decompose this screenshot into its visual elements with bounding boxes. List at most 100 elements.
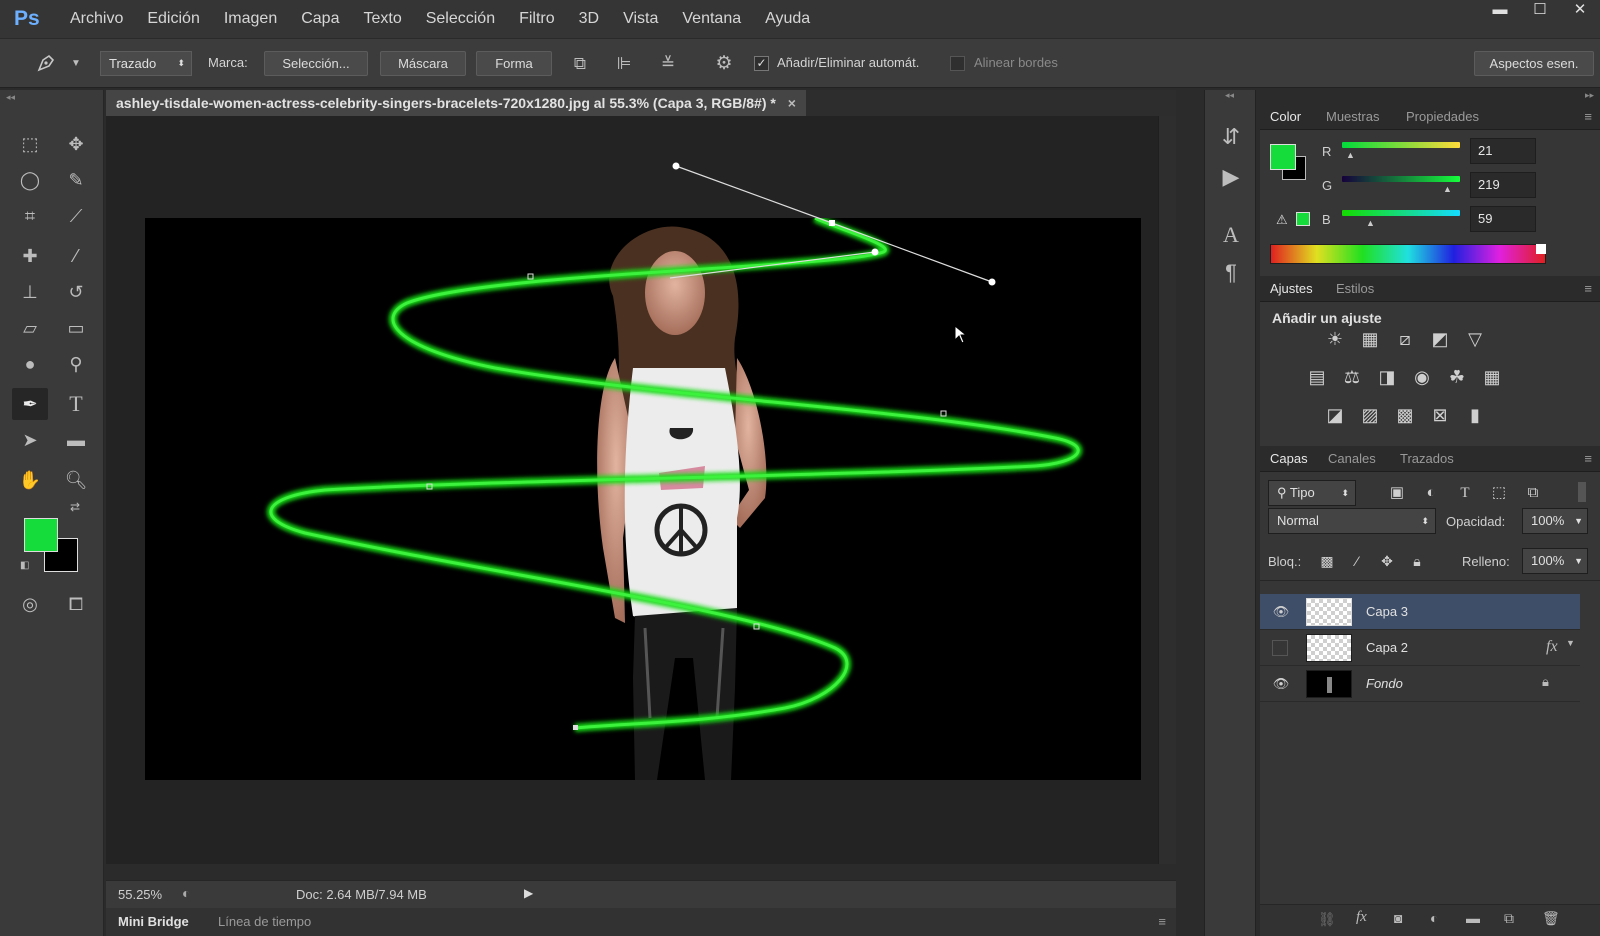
- zoom-icon[interactable]: 🔍︎: [58, 464, 94, 496]
- tab-canales[interactable]: Canales: [1328, 451, 1376, 466]
- filter-adjustment-icon[interactable]: ◐: [1416, 478, 1446, 508]
- workspace-button[interactable]: Aspectos esen.: [1474, 51, 1594, 76]
- tab-trazados[interactable]: Trazados: [1400, 451, 1454, 466]
- quick-select-icon[interactable]: ✎: [58, 164, 94, 196]
- auto-add-delete-checkbox[interactable]: ✓: [754, 56, 769, 71]
- play-arrow-icon[interactable]: ▶: [524, 886, 533, 900]
- status-info-icon[interactable]: ◐: [182, 885, 190, 901]
- eye-icon[interactable]: 👁︎: [1272, 604, 1290, 620]
- filter-pixel-icon[interactable]: ▣: [1382, 478, 1412, 508]
- menu-vista[interactable]: Vista: [611, 0, 670, 38]
- layer-name[interactable]: Capa 3: [1366, 604, 1408, 619]
- delete-layer-icon[interactable]: 🗑︎: [1542, 910, 1560, 927]
- add-style-icon[interactable]: fx: [1356, 909, 1367, 926]
- white-swatch[interactable]: [1536, 244, 1546, 254]
- close-window-button[interactable]: ✕: [1560, 0, 1600, 22]
- selective-color-icon[interactable]: ⊠: [1425, 400, 1455, 430]
- fg-color-chip[interactable]: [1270, 144, 1296, 170]
- crop-icon[interactable]: ⌗: [12, 200, 48, 232]
- gradient-icon[interactable]: ▭: [58, 312, 94, 344]
- mascara-button[interactable]: Máscara: [380, 51, 466, 76]
- photo-filter-icon[interactable]: ◉: [1407, 362, 1437, 392]
- mode-select[interactable]: Trazado ⬍: [100, 51, 192, 76]
- layer-name[interactable]: Capa 2: [1366, 640, 1408, 655]
- gear-icon[interactable]: ⚙: [712, 52, 736, 76]
- opacity-field[interactable]: 100% ▼: [1522, 508, 1588, 534]
- gradient-map-icon[interactable]: ▮: [1460, 400, 1490, 430]
- channel-r-value[interactable]: 21: [1470, 138, 1536, 164]
- color-panel-menu-icon[interactable]: ≡: [1584, 109, 1592, 124]
- channel-g-value[interactable]: 219: [1470, 172, 1536, 198]
- link-layers-icon[interactable]: ⛓︎: [1318, 911, 1336, 928]
- channel-g-slider[interactable]: [1342, 176, 1460, 182]
- menu-archivo[interactable]: Archivo: [58, 0, 135, 38]
- healing-icon[interactable]: ✚: [12, 240, 48, 272]
- tab-propiedades[interactable]: Propiedades: [1406, 109, 1479, 124]
- gamut-warning-icon[interactable]: ⚠: [1276, 212, 1288, 228]
- channel-b-slider[interactable]: [1342, 210, 1460, 216]
- invert-icon[interactable]: ◪: [1320, 400, 1350, 430]
- panel-menu-icon[interactable]: ≡: [1158, 914, 1166, 929]
- channel-g-handle[interactable]: ▲: [1443, 184, 1452, 194]
- pen-icon[interactable]: [34, 52, 58, 76]
- expand-icon[interactable]: ▸▸: [1585, 90, 1594, 101]
- stamp-icon[interactable]: ⊥: [12, 276, 48, 308]
- lock-all-icon[interactable]: 🔒︎: [1402, 546, 1432, 576]
- menu-seleccion[interactable]: Selección: [414, 0, 507, 38]
- color-balance-icon[interactable]: ⚖: [1337, 362, 1367, 392]
- minimize-button[interactable]: ▬: [1480, 0, 1520, 22]
- document-canvas[interactable]: [145, 218, 1141, 780]
- marquee-icon[interactable]: ⬚: [12, 128, 48, 160]
- path-operations-icon[interactable]: ⧉: [568, 52, 592, 76]
- lasso-icon[interactable]: ◯: [12, 164, 48, 196]
- seleccion-button[interactable]: Selección...: [264, 51, 368, 76]
- expand-effects-icon[interactable]: ▼: [1566, 638, 1575, 648]
- menu-ayuda[interactable]: Ayuda: [753, 0, 822, 38]
- channel-mixer-icon[interactable]: ☘: [1442, 362, 1472, 392]
- tab-linea-de-tiempo[interactable]: Línea de tiempo: [218, 914, 311, 929]
- tab-muestras[interactable]: Muestras: [1326, 109, 1379, 124]
- preset-chevron-icon[interactable]: ▼: [64, 52, 88, 76]
- eyedropper-icon[interactable]: ⟋: [58, 200, 94, 232]
- eye-icon[interactable]: 👁︎: [1272, 676, 1290, 692]
- layer-name[interactable]: Fondo: [1366, 676, 1403, 691]
- close-tab-icon[interactable]: ×: [788, 95, 796, 111]
- pen-tool-icon[interactable]: ✒: [12, 388, 48, 420]
- new-layer-icon[interactable]: ⧉: [1504, 910, 1514, 927]
- channel-r-handle[interactable]: ▲: [1346, 150, 1355, 160]
- black-white-icon[interactable]: ◨: [1372, 362, 1402, 392]
- menu-3d[interactable]: 3D: [567, 0, 611, 38]
- dodge-icon[interactable]: ⚲: [58, 348, 94, 380]
- character-panel-icon[interactable]: A: [1213, 220, 1249, 250]
- zoom-readout[interactable]: 55.25%: [118, 887, 162, 902]
- quick-mask-icon[interactable]: ◎: [12, 588, 48, 620]
- eraser-icon[interactable]: ▱: [12, 312, 48, 344]
- adjust-panel-menu-icon[interactable]: ≡: [1584, 281, 1592, 296]
- threshold-icon[interactable]: ▩: [1390, 400, 1420, 430]
- collapse-icon[interactable]: ◂◂: [1225, 90, 1234, 101]
- posterize-icon[interactable]: ▨: [1355, 400, 1385, 430]
- hue-saturation-icon[interactable]: ▤: [1302, 362, 1332, 392]
- history-brush-icon[interactable]: ↺: [58, 276, 94, 308]
- paragraph-panel-icon[interactable]: ¶: [1213, 258, 1249, 288]
- path-arrangement-icon[interactable]: ≚: [656, 52, 680, 76]
- lock-transparency-icon[interactable]: ▩: [1312, 546, 1342, 576]
- swap-colors-icon[interactable]: ⇄: [70, 500, 80, 514]
- menu-imagen[interactable]: Imagen: [212, 0, 289, 38]
- menu-ventana[interactable]: Ventana: [670, 0, 753, 38]
- align-edges-checkbox[interactable]: [950, 56, 965, 71]
- filter-smart-object-icon[interactable]: ⧉: [1518, 478, 1548, 508]
- new-fill-layer-icon[interactable]: ◐: [1430, 910, 1438, 926]
- levels-icon[interactable]: ▦: [1355, 324, 1385, 354]
- menu-edicion[interactable]: Edición: [135, 0, 211, 38]
- menu-capa[interactable]: Capa: [289, 0, 351, 38]
- path-select-icon[interactable]: ➤: [12, 424, 48, 456]
- channel-b-value[interactable]: 59: [1470, 206, 1536, 232]
- channel-r-slider[interactable]: [1342, 142, 1460, 148]
- filter-shape-icon[interactable]: ⬚: [1484, 478, 1514, 508]
- document-tab[interactable]: ashley-tisdale-women-actress-celebrity-s…: [106, 90, 806, 116]
- exposure-icon[interactable]: ◩: [1425, 324, 1455, 354]
- vertical-scrollbar[interactable]: [1158, 116, 1176, 864]
- hand-icon[interactable]: ✋: [12, 464, 48, 496]
- tab-mini-bridge[interactable]: Mini Bridge: [118, 914, 189, 929]
